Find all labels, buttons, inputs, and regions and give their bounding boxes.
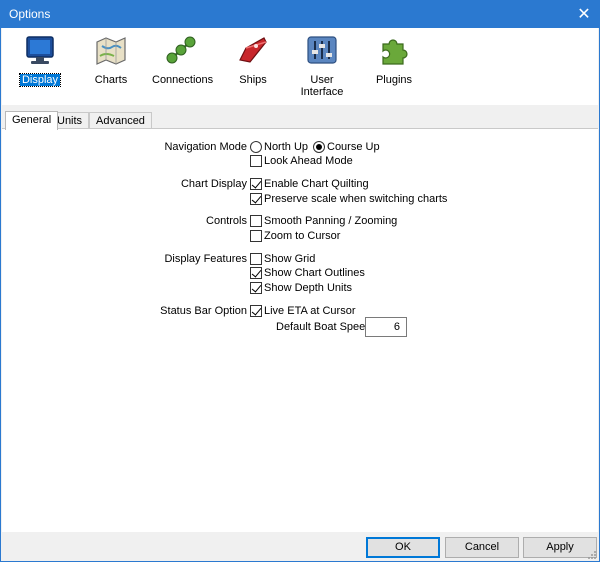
ship-icon bbox=[239, 37, 267, 63]
chart-quilting-checkbox[interactable] bbox=[250, 178, 262, 190]
look-ahead-checkbox[interactable] bbox=[250, 155, 262, 167]
look-ahead-label[interactable]: Look Ahead Mode bbox=[264, 154, 353, 168]
options-toolbar: Display Charts Connections Ships User In… bbox=[2, 28, 598, 105]
close-icon[interactable]: ✕ bbox=[569, 1, 599, 28]
window-title: Options bbox=[9, 7, 51, 21]
toolbar-item-label: Display bbox=[18, 73, 62, 87]
zoom-to-cursor-checkbox[interactable] bbox=[250, 230, 262, 242]
options-dialog: Options ✕ Display Charts Connections Shi… bbox=[0, 0, 600, 562]
general-tab-panel: Navigation Mode North Up Course Up Look … bbox=[2, 128, 598, 532]
navigation-mode-label: Navigation Mode bbox=[164, 141, 247, 153]
show-grid-checkbox[interactable] bbox=[250, 253, 262, 265]
sliders-icon bbox=[307, 36, 337, 64]
live-eta-checkbox[interactable] bbox=[250, 305, 262, 317]
boat-speed-label: Default Boat Speed bbox=[276, 321, 372, 333]
puzzle-icon bbox=[382, 39, 408, 65]
toolbar-item-label: Connections bbox=[152, 74, 214, 86]
north-up-radio[interactable] bbox=[250, 141, 262, 153]
title-bar[interactable]: Options ✕ bbox=[1, 1, 599, 28]
connections-icon bbox=[166, 36, 196, 64]
north-up-label[interactable]: North Up bbox=[264, 140, 308, 154]
display-features-label: Display Features bbox=[164, 253, 247, 265]
resize-grip-icon[interactable] bbox=[587, 550, 597, 560]
monitor-icon bbox=[26, 36, 54, 64]
apply-button[interactable]: Apply bbox=[523, 537, 597, 558]
cancel-button[interactable]: Cancel bbox=[445, 537, 519, 558]
toolbar-item-label: User Interface bbox=[300, 74, 344, 98]
toolbar-item-display[interactable]: Display bbox=[14, 34, 66, 87]
chart-map-icon bbox=[96, 37, 126, 65]
tab-advanced[interactable]: Advanced bbox=[89, 112, 152, 129]
zoom-to-cursor-label[interactable]: Zoom to Cursor bbox=[264, 229, 340, 243]
chart-outlines-checkbox[interactable] bbox=[250, 267, 262, 279]
depth-units-checkbox[interactable] bbox=[250, 282, 262, 294]
chart-quilting-label[interactable]: Enable Chart Quilting bbox=[264, 177, 369, 191]
toolbar-item-charts[interactable]: Charts bbox=[88, 34, 134, 86]
toolbar-item-plugins[interactable]: Plugins bbox=[373, 34, 415, 86]
show-grid-label[interactable]: Show Grid bbox=[264, 252, 315, 266]
dialog-button-bar: OK Cancel Apply bbox=[2, 532, 598, 561]
preserve-scale-label[interactable]: Preserve scale when switching charts bbox=[264, 192, 447, 206]
chart-outlines-label[interactable]: Show Chart Outlines bbox=[264, 266, 365, 280]
toolbar-item-connections[interactable]: Connections bbox=[150, 34, 214, 86]
smooth-panning-label[interactable]: Smooth Panning / Zooming bbox=[264, 214, 397, 228]
tab-general[interactable]: General bbox=[5, 111, 59, 130]
ok-button[interactable]: OK bbox=[366, 537, 440, 558]
smooth-panning-checkbox[interactable] bbox=[250, 215, 262, 227]
toolbar-item-label: Ships bbox=[239, 74, 267, 86]
toolbar-item-label: Charts bbox=[94, 74, 128, 86]
boat-speed-input[interactable]: 6 bbox=[365, 317, 407, 337]
live-eta-label[interactable]: Live ETA at Cursor bbox=[264, 304, 356, 318]
controls-label: Controls bbox=[206, 215, 247, 227]
depth-units-label[interactable]: Show Depth Units bbox=[264, 281, 352, 295]
toolbar-item-label: Plugins bbox=[375, 74, 413, 86]
chart-display-label: Chart Display bbox=[180, 178, 247, 190]
toolbar-item-ships[interactable]: Ships bbox=[234, 34, 272, 86]
course-up-label[interactable]: Course Up bbox=[327, 140, 380, 154]
course-up-radio[interactable] bbox=[313, 141, 325, 153]
status-bar-option-label: Status Bar Option bbox=[160, 305, 247, 317]
preserve-scale-checkbox[interactable] bbox=[250, 193, 262, 205]
toolbar-item-user-interface[interactable]: User Interface bbox=[289, 34, 355, 98]
